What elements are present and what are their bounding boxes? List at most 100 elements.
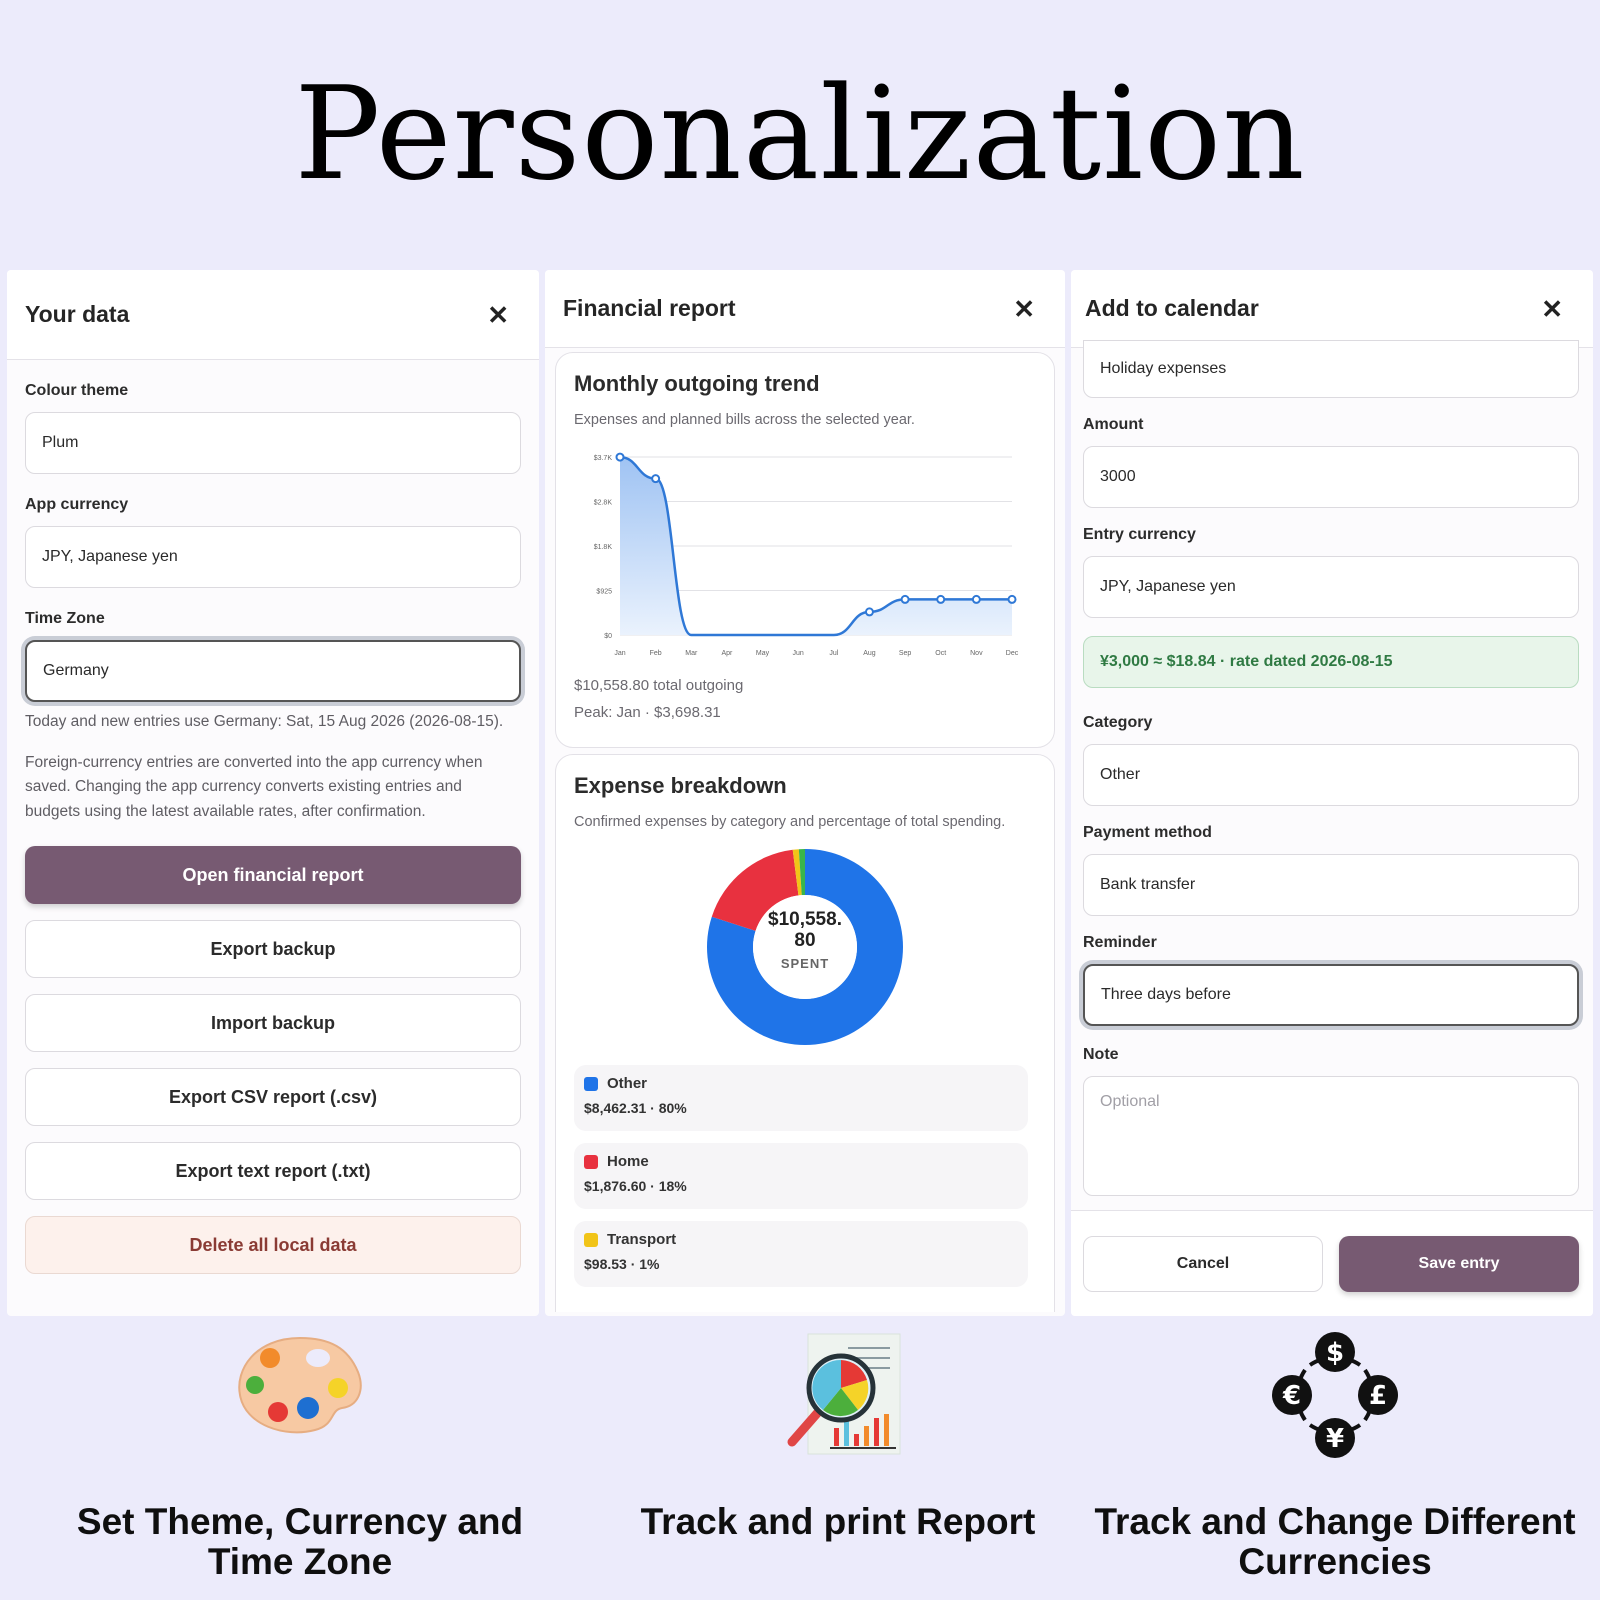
- rate-note: ¥3,000 ≈ $18.84 · rate dated 2026-08-15: [1083, 636, 1579, 688]
- svg-text:¥: ¥: [1326, 1424, 1344, 1454]
- category-select[interactable]: Other: [1083, 744, 1579, 806]
- open-financial-report-button[interactable]: Open financial report: [25, 846, 521, 904]
- cancel-button[interactable]: Cancel: [1083, 1235, 1323, 1292]
- y-tick-label: $1.8K: [594, 544, 613, 551]
- import-backup-button[interactable]: Import backup: [25, 994, 521, 1052]
- financial-report-panel: Financial report ✕ Monthly outgoing tren…: [545, 270, 1065, 1316]
- export-csv-button[interactable]: Export CSV report (.csv): [25, 1068, 521, 1126]
- donut-label: SPENT: [780, 956, 830, 971]
- add-to-calendar-panel: Add to calendar ✕ Holiday expenses Amoun…: [1071, 270, 1593, 1316]
- save-entry-button[interactable]: Save entry: [1339, 1235, 1579, 1292]
- trend-card: Monthly outgoing trend Expenses and plan…: [555, 352, 1055, 748]
- close-icon[interactable]: ✕: [487, 302, 509, 328]
- svg-text:$: $: [1326, 1338, 1344, 1368]
- legend-value: $8,462.31 · 80%: [584, 1100, 687, 1116]
- amount-label: Amount: [1083, 416, 1144, 433]
- colour-theme-select[interactable]: Plum: [25, 412, 521, 474]
- trend-title: Monthly outgoing trend: [574, 371, 820, 396]
- legend-item-other: Other $8,462.31 · 80%: [574, 1065, 1028, 1131]
- trend-peak: Peak: Jan · $3,698.31: [574, 704, 721, 721]
- y-tick-label: $2.8K: [594, 500, 613, 507]
- reminder-select[interactable]: Three days before: [1083, 964, 1579, 1026]
- donut-amount-line2: 80: [794, 930, 816, 951]
- feature-currency: $ € £ ¥: [1075, 1330, 1595, 1460]
- trend-point: [936, 594, 946, 604]
- your-data-panel: Your data ✕ Colour theme Plum App curren…: [7, 270, 539, 1316]
- calendar-header: Add to calendar ✕: [1071, 270, 1593, 348]
- calendar-title: Add to calendar: [1085, 295, 1259, 321]
- feature-report-caption: Track and print Report: [640, 1501, 1036, 1542]
- breakdown-subtitle: Confirmed expenses by category and perce…: [574, 814, 1006, 830]
- donut-chart: $10,558. 80 SPENT: [705, 847, 905, 1047]
- feature-currency-caption: Track and Change Different Currencies: [1094, 1501, 1576, 1582]
- legend-name: Home: [607, 1153, 649, 1170]
- hero-title: Personalization: [294, 60, 1306, 209]
- swatch-other: [584, 1076, 598, 1091]
- legend-name: Other: [607, 1075, 648, 1092]
- your-data-title: Your data: [25, 301, 130, 327]
- financial-report-title: Financial report: [563, 295, 736, 321]
- breakdown-title: Expense breakdown: [574, 773, 787, 798]
- close-icon[interactable]: ✕: [1013, 296, 1035, 322]
- entry-currency-select[interactable]: JPY, Japanese yen: [1083, 556, 1579, 618]
- x-tick-label: Nov: [970, 650, 983, 657]
- trend-point: [900, 594, 910, 604]
- category-label: Category: [1083, 714, 1153, 731]
- trend-point: [615, 452, 625, 462]
- currency-exchange-icon: $ € £ ¥: [1272, 1332, 1398, 1458]
- x-tick-label: Oct: [935, 650, 946, 657]
- trend-point: [651, 474, 661, 484]
- delete-all-data-button[interactable]: Delete all local data: [25, 1216, 521, 1274]
- financial-report-header: Financial report ✕: [545, 270, 1065, 348]
- x-tick-label: Apr: [721, 650, 733, 657]
- donut-amount-line1: $10,558.: [768, 909, 842, 930]
- payment-method-label: Payment method: [1083, 824, 1212, 841]
- calendar-footer: Cancel Save entry: [1071, 1210, 1593, 1316]
- x-tick-label: Jan: [614, 650, 625, 657]
- timezone-help: Today and new entries use Germany: Sat, …: [25, 713, 504, 730]
- x-tick-label: Feb: [650, 650, 662, 657]
- legend-value: $1,876.60 · 18%: [584, 1178, 687, 1194]
- close-icon[interactable]: ✕: [1541, 296, 1563, 322]
- palette-icon: [238, 1336, 362, 1434]
- svg-text:€: €: [1282, 1381, 1301, 1411]
- x-tick-label: Sep: [899, 650, 912, 657]
- entry-currency-label: Entry currency: [1083, 526, 1196, 543]
- entry-name-input[interactable]: Holiday expenses: [1083, 340, 1579, 398]
- y-tick-label: $3.7K: [594, 455, 613, 462]
- app-currency-select[interactable]: JPY, Japanese yen: [25, 526, 521, 588]
- amount-input[interactable]: 3000: [1083, 446, 1579, 508]
- colour-theme-label: Colour theme: [25, 382, 129, 399]
- x-tick-label: Dec: [1006, 650, 1019, 657]
- trend-point: [971, 594, 981, 604]
- note-textarea[interactable]: Optional: [1083, 1076, 1579, 1196]
- x-tick-label: Mar: [685, 650, 698, 657]
- your-data-header: Your data ✕: [7, 270, 539, 360]
- legend-item-transport: Transport $98.53 · 1%: [574, 1221, 1028, 1287]
- y-tick-label: $925: [596, 589, 612, 596]
- x-tick-label: May: [756, 650, 770, 657]
- legend-item-home: Home $1,876.60 · 18%: [574, 1143, 1028, 1209]
- feature-theme: [40, 1330, 560, 1440]
- svg-text:£: £: [1369, 1381, 1387, 1411]
- currency-help: Foreign-currency entries are converted i…: [25, 753, 483, 820]
- trend-point: [1007, 594, 1017, 604]
- reminder-label: Reminder: [1083, 934, 1157, 951]
- swatch-transport: [584, 1232, 598, 1247]
- time-zone-select[interactable]: Germany: [25, 640, 521, 702]
- export-backup-button[interactable]: Export backup: [25, 920, 521, 978]
- trend-subtitle: Expenses and planned bills across the se…: [574, 412, 915, 428]
- breakdown-card: Expense breakdown Confirmed expenses by …: [555, 754, 1055, 1312]
- payment-method-select[interactable]: Bank transfer: [1083, 854, 1579, 916]
- x-tick-label: Aug: [863, 650, 876, 657]
- trend-total: $10,558.80 total outgoing: [574, 677, 744, 694]
- legend-name: Transport: [607, 1231, 677, 1248]
- legend-value: $98.53 · 1%: [584, 1256, 660, 1272]
- y-tick-label: $0: [604, 633, 612, 640]
- time-zone-label: Time Zone: [25, 610, 105, 627]
- export-txt-button[interactable]: Export text report (.txt): [25, 1142, 521, 1200]
- trend-chart: $0 $925 $1.8K $2.8K $3.7K Jan Feb Mar Apr May Jun J…: [594, 452, 1019, 657]
- app-currency-label: App currency: [25, 496, 129, 513]
- trend-point: [864, 607, 874, 617]
- x-tick-label: Jun: [793, 650, 804, 657]
